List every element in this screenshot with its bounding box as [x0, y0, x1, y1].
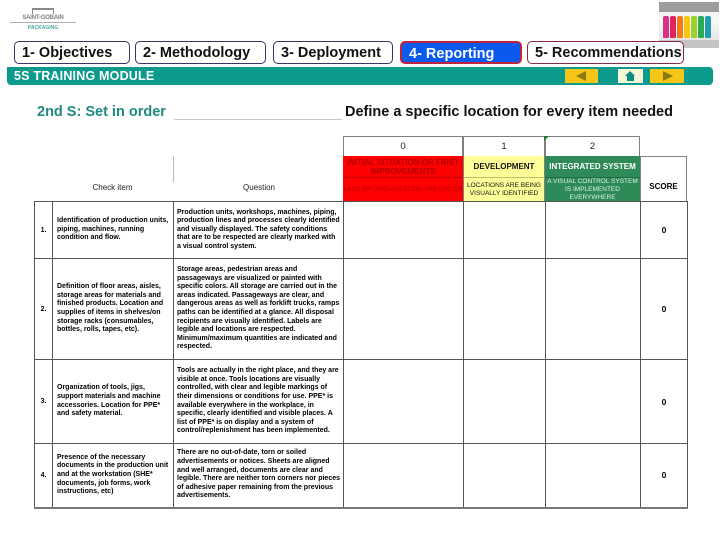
header-divider [173, 156, 174, 182]
question-cell: There are no out-of-date, torn or soiled… [173, 443, 344, 509]
question-cell: Production units, workshops, machines, p… [173, 201, 344, 259]
home-button[interactable] [618, 69, 643, 83]
score-cell: 0 [640, 201, 688, 259]
question-cell: Tools are actually in the right place, a… [173, 359, 344, 444]
bottle-icon [677, 16, 683, 38]
level-1-cell[interactable] [463, 443, 546, 509]
tab-objectives[interactable]: 1- Objectives [14, 41, 130, 64]
level-1-number: 1 [463, 136, 545, 156]
check-item-cell: Identification of production units, pipi… [52, 201, 174, 259]
title-divider [174, 119, 342, 120]
table-row: 1. Identification of production units, p… [34, 201, 688, 259]
bottle-icon [705, 16, 711, 38]
arrow-right-icon [663, 71, 673, 81]
tab-recommendations[interactable]: 5- Recommendations [527, 41, 684, 64]
score-cell: 0 [640, 443, 688, 509]
column-header-check-item: Check item [92, 183, 133, 192]
logo-sub-text: PACKAGING [27, 25, 59, 31]
table-row: 3. Organization of tools, jigs, support … [34, 359, 688, 444]
bottle-icon [698, 16, 704, 38]
bottle-row [663, 16, 711, 38]
tab-deployment[interactable]: 3- Deployment [273, 41, 393, 64]
level-2-cell[interactable] [545, 443, 641, 509]
tab-reporting[interactable]: 4- Reporting [400, 41, 522, 64]
level-0-cell[interactable] [343, 201, 464, 259]
check-item-cell: Organization of tools, jigs, support mat… [52, 359, 174, 444]
row-number: 4. [34, 443, 53, 509]
level-1-cell[interactable] [463, 359, 546, 444]
level-0-number: 0 [343, 136, 463, 156]
module-bar: 5S TRAINING MODULE [7, 67, 713, 85]
level-0-heading: INITIAL SITUATION OR FIRST IMPROVEMENTS [343, 156, 463, 177]
column-header-score: SCORE [640, 156, 687, 201]
column-header-question: Question [242, 183, 276, 192]
level-1-cell[interactable] [463, 258, 546, 360]
question-cell: Storage areas, pedestrian areas and pass… [173, 258, 344, 360]
level-0-cell[interactable] [343, 359, 464, 444]
table-row: 4. Presence of the necessary documents i… [34, 443, 688, 509]
bottle-icon [663, 16, 669, 38]
arrow-left-icon [576, 71, 586, 81]
checklist-table: 1. Identification of production units, p… [34, 201, 688, 509]
bottle-icon [684, 16, 690, 38]
level-1-description: LOCATIONS ARE BEING VISUALLY IDENTIFIED [463, 177, 545, 201]
saint-gobain-logo: SAINT-GOBAIN PACKAGING [10, 6, 76, 32]
level-2-description: A VISUAL CONTROL SYSTEM IS IMPLEMENTED E… [545, 177, 640, 201]
level-0-cell[interactable] [343, 443, 464, 509]
section-subtitle: Define a specific location for every ite… [345, 104, 673, 120]
comment-indicator [544, 136, 549, 141]
score-cell: 0 [640, 359, 688, 444]
level-1-cell[interactable] [463, 201, 546, 259]
level-1-heading: DEVELOPMENT [463, 156, 545, 177]
level-2-cell[interactable] [545, 258, 641, 360]
row-number: 2. [34, 258, 53, 360]
tab-methodology[interactable]: 2- Methodology [135, 41, 266, 64]
score-cell: 0 [640, 258, 688, 360]
level-0-cell[interactable] [343, 258, 464, 360]
logo-arches-icon [32, 8, 54, 14]
level-2-cell[interactable] [545, 201, 641, 259]
level-2-cell[interactable] [545, 359, 641, 444]
level-2-number: 2 [545, 136, 640, 156]
row-number: 3. [34, 359, 53, 444]
level-0-description: LACK OF ORGANIZATION AND ORDER [343, 177, 463, 201]
table-row: 2. Definition of floor areas, aisles, st… [34, 258, 688, 360]
previous-button[interactable] [565, 69, 598, 83]
module-title: 5S TRAINING MODULE [14, 69, 155, 83]
section-title: 2nd S: Set in order [37, 104, 166, 120]
logo-brand-text: SAINT-GOBAIN [10, 15, 76, 23]
check-item-cell: Presence of the necessary documents in t… [52, 443, 174, 509]
bottle-icon [691, 16, 697, 38]
level-2-heading: INTEGRATED SYSTEM [545, 156, 640, 177]
row-number: 1. [34, 201, 53, 259]
next-button[interactable] [650, 69, 684, 83]
home-icon [625, 71, 636, 81]
check-item-cell: Definition of floor areas, aisles, stora… [52, 258, 174, 360]
bottle-icon [670, 16, 676, 38]
